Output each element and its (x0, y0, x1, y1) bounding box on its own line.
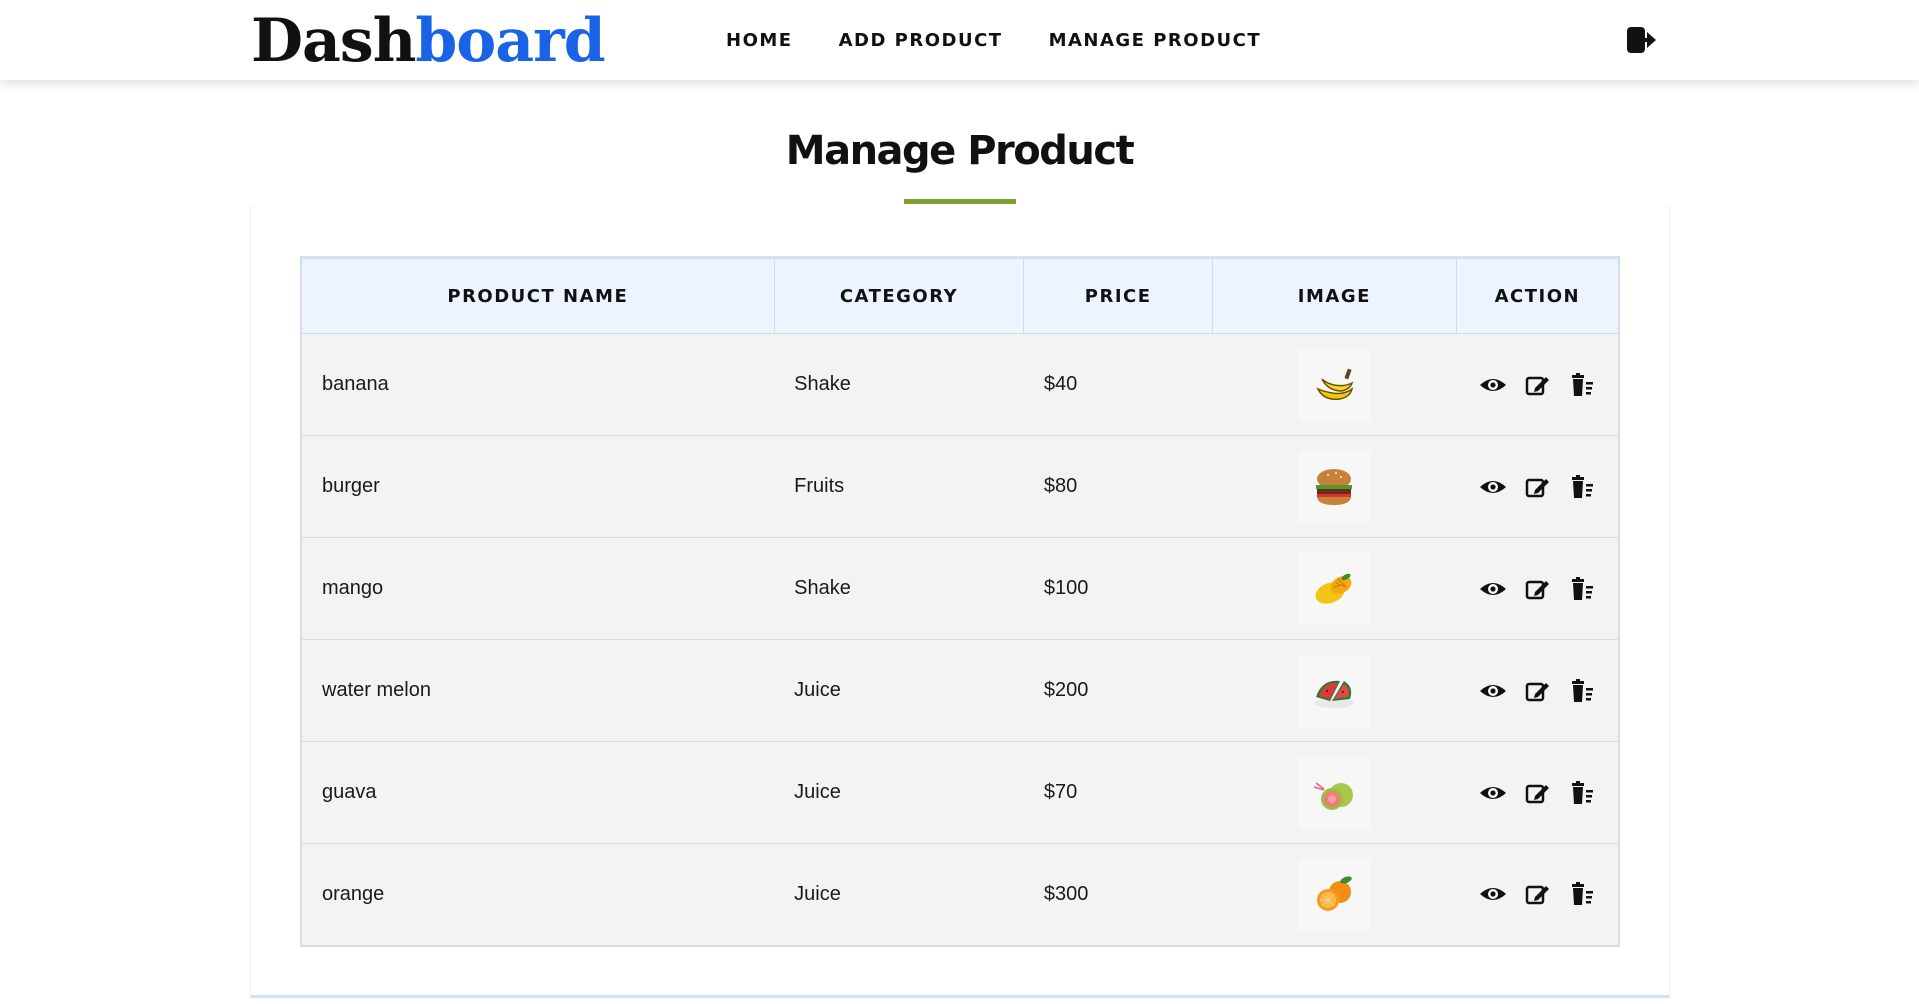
edit-icon[interactable] (1522, 676, 1552, 706)
edit-icon[interactable] (1522, 778, 1552, 808)
watermelon-image (1298, 654, 1371, 727)
logo-text-blue: board (415, 6, 605, 76)
dashboard-logo[interactable]: Dashboard (251, 6, 606, 76)
orange-image (1298, 858, 1371, 931)
category-cell: Fruits (774, 435, 1024, 538)
product-name-cell: banana (301, 333, 775, 436)
price-cell: $70 (1023, 741, 1213, 844)
col-category: CATEGORY (774, 257, 1025, 334)
logo-text-dark: Dash (251, 6, 416, 76)
table-row: water melon Juice $200 (301, 639, 1619, 742)
top-navbar: Dashboard HOME ADD PRODUCT MANAGE PRODUC… (0, 0, 1919, 80)
eye-icon[interactable] (1478, 472, 1508, 502)
eye-icon[interactable] (1478, 778, 1508, 808)
product-name-cell: burger (301, 435, 775, 538)
edit-icon[interactable] (1522, 574, 1552, 604)
image-cell (1212, 333, 1457, 436)
price-cell: $40 (1023, 333, 1213, 436)
eye-icon[interactable] (1478, 879, 1508, 909)
edit-icon[interactable] (1522, 472, 1552, 502)
category-cell: Juice (774, 843, 1024, 946)
delete-icon[interactable] (1566, 472, 1596, 502)
mango-image (1298, 552, 1371, 625)
table-header-row: PRODUCT NAME CATEGORY PRICE IMAGE ACTION (301, 257, 1619, 334)
action-cell (1456, 537, 1619, 640)
edit-icon[interactable] (1522, 370, 1552, 400)
col-price: PRICE (1023, 257, 1214, 334)
col-action: ACTION (1456, 257, 1619, 334)
delete-icon[interactable] (1566, 879, 1596, 909)
edit-icon[interactable] (1522, 879, 1552, 909)
product-name-cell: orange (301, 843, 775, 946)
eye-icon[interactable] (1478, 574, 1508, 604)
products-table: PRODUCT NAME CATEGORY PRICE IMAGE ACTION… (300, 256, 1620, 947)
nav-add-product[interactable]: ADD PRODUCT (839, 30, 1003, 51)
guava-image (1298, 756, 1371, 829)
eye-icon[interactable] (1478, 676, 1508, 706)
table-row: orange Juice $300 (301, 843, 1619, 946)
col-product-name: PRODUCT NAME (301, 257, 775, 334)
category-cell: Juice (774, 639, 1024, 742)
eye-icon[interactable] (1478, 370, 1508, 400)
action-cell (1456, 435, 1619, 538)
image-cell (1212, 639, 1457, 742)
image-cell (1212, 537, 1457, 640)
image-cell (1212, 843, 1457, 946)
product-name-cell: water melon (301, 639, 775, 742)
delete-icon[interactable] (1566, 370, 1596, 400)
action-cell (1456, 741, 1619, 844)
col-image: IMAGE (1212, 257, 1457, 334)
product-name-cell: mango (301, 537, 775, 640)
delete-icon[interactable] (1566, 676, 1596, 706)
category-cell: Shake (774, 333, 1024, 436)
action-cell (1456, 843, 1619, 946)
delete-icon[interactable] (1566, 778, 1596, 808)
title-underline (904, 199, 1016, 204)
delete-icon[interactable] (1566, 574, 1596, 604)
image-cell (1212, 741, 1457, 844)
burger-image (1298, 450, 1371, 523)
action-cell (1456, 333, 1619, 436)
product-name-cell: guava (301, 741, 775, 844)
price-cell: $100 (1023, 537, 1213, 640)
action-cell (1456, 639, 1619, 742)
table-row: mango Shake $100 (301, 537, 1619, 640)
nav-links: HOME ADD PRODUCT MANAGE PRODUCT (726, 0, 1261, 80)
sign-out-icon[interactable] (1625, 24, 1659, 58)
price-cell: $200 (1023, 639, 1213, 742)
table-row: banana Shake $40 (301, 333, 1619, 436)
table-row: burger Fruits $80 (301, 435, 1619, 538)
table-row: guava Juice $70 (301, 741, 1619, 844)
category-cell: Juice (774, 741, 1024, 844)
price-cell: $300 (1023, 843, 1213, 946)
nav-home[interactable]: HOME (726, 30, 793, 51)
page-title: Manage Product (785, 128, 1135, 174)
nav-manage-product[interactable]: MANAGE PRODUCT (1049, 30, 1262, 51)
price-cell: $80 (1023, 435, 1213, 538)
banana-image (1298, 348, 1371, 421)
image-cell (1212, 435, 1457, 538)
category-cell: Shake (774, 537, 1024, 640)
